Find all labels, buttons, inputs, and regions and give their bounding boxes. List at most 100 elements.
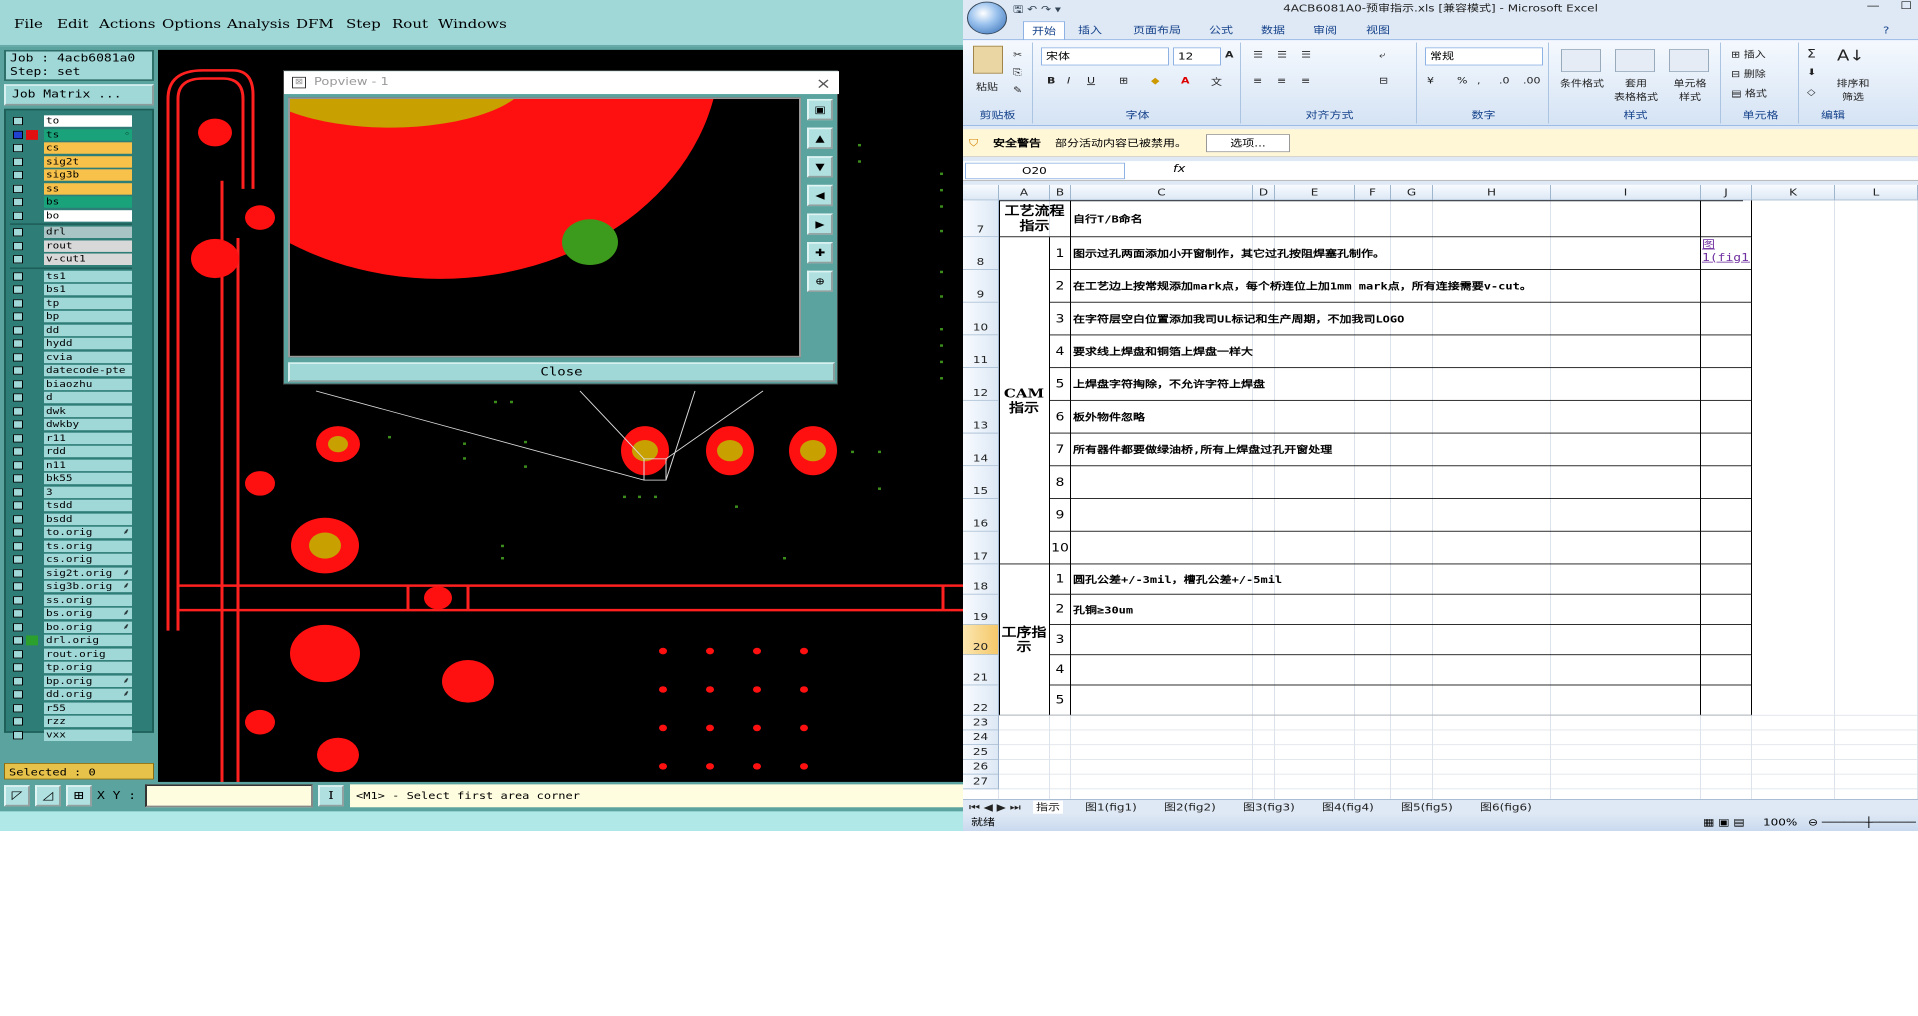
layer-row[interactable]: bp [10, 310, 132, 323]
row-header[interactable]: 25 [963, 745, 999, 760]
layer-checkbox[interactable] [13, 460, 23, 470]
maximize-icon[interactable]: ☐ [1900, 0, 1912, 12]
layer-row[interactable]: drl [10, 226, 132, 239]
cell-j[interactable] [1701, 655, 1752, 686]
paste-icon[interactable] [973, 45, 1003, 74]
row-header[interactable]: 11 [963, 335, 999, 369]
sheet-tab[interactable]: 图3(fig3) [1243, 801, 1295, 814]
font-name-select[interactable]: 宋体 [1041, 47, 1169, 66]
popview-canvas[interactable] [288, 97, 801, 358]
layer-checkbox[interactable] [13, 197, 23, 207]
tab-formulas[interactable]: 公式 [1209, 21, 1233, 39]
tab-home[interactable]: 开始 [1023, 21, 1066, 41]
menu-options[interactable]: Options [162, 16, 221, 31]
layer-checkbox[interactable] [13, 487, 23, 497]
underline-icon[interactable]: U [1087, 75, 1095, 86]
column-header[interactable]: E [1275, 184, 1355, 201]
menu-dfm[interactable]: DFM [296, 16, 334, 31]
zoom-level[interactable]: 100% [1763, 814, 1797, 831]
cell-j[interactable] [1701, 624, 1752, 656]
cut-icon[interactable]: ✂ [1013, 49, 1022, 60]
layer-row[interactable]: ts.orig [10, 540, 132, 552]
layer-row[interactable]: bs.orig ⸙ [10, 607, 132, 620]
cell-j[interactable] [1701, 531, 1752, 565]
row-header[interactable]: 17 [963, 531, 999, 565]
process-flow-text[interactable]: 自行T/B命名 [1071, 200, 1701, 238]
spreadsheet-grid[interactable]: A B C D E F G H I J K L 7 8 9 10 11 12 13 14 15 16 17 18 19 20 21 2… [963, 184, 1918, 800]
layer-row[interactable]: rzz [10, 715, 132, 728]
autosum-icon[interactable]: Σ [1807, 47, 1816, 60]
layer-checkbox[interactable] [13, 352, 23, 362]
menu-windows[interactable]: Windows [438, 16, 507, 31]
layer-row[interactable]: dwk [10, 405, 132, 417]
layer-checkbox[interactable] [13, 514, 23, 524]
cell-j[interactable] [1701, 594, 1752, 625]
layer-row[interactable]: ss [10, 182, 132, 195]
phonetic-icon[interactable]: 文 [1211, 75, 1222, 88]
cam-instruction-cell[interactable]: 所有器件都要做绿油桥,所有上焊盘过孔开窗处理 [1071, 433, 1701, 467]
merge-icon[interactable]: ⊟ [1379, 75, 1388, 86]
increase-decimal-icon[interactable]: .0 [1499, 75, 1510, 86]
cell-j[interactable] [1701, 685, 1752, 716]
align-left-icon[interactable]: ≡ [1253, 75, 1262, 86]
layer-checkbox[interactable] [13, 228, 23, 237]
layer-checkbox[interactable] [13, 622, 23, 632]
menu-analysis[interactable]: Analysis [227, 16, 290, 31]
layer-checkbox[interactable] [13, 730, 23, 739]
layer-checkbox[interactable] [13, 676, 23, 685]
layer-row[interactable]: dwkby [10, 418, 132, 431]
sheet-tab[interactable]: 图5(fig5) [1401, 801, 1453, 814]
conditional-format-icon[interactable] [1561, 49, 1601, 72]
row-header[interactable]: 27 [963, 774, 999, 790]
column-header[interactable]: K [1752, 184, 1835, 201]
tab-review[interactable]: 审阅 [1313, 21, 1337, 39]
layer-row[interactable]: r11 [10, 432, 132, 444]
row-header[interactable]: 24 [963, 730, 999, 746]
layer-row[interactable]: tp [10, 297, 132, 309]
xy-input[interactable] [145, 784, 313, 808]
currency-icon[interactable]: ¥ [1427, 75, 1434, 86]
pan-right-icon[interactable]: ▶ [807, 213, 833, 235]
hyperlink-cell[interactable]: 图1(fig1)'!A [1701, 237, 1752, 270]
layer-checkbox[interactable] [13, 184, 23, 193]
customize-icon[interactable]: ▾ [1055, 3, 1061, 14]
wrap-text-icon[interactable]: ⤶ [1379, 49, 1385, 60]
tab-data[interactable]: 数据 [1261, 21, 1285, 39]
cam-instruction-cell[interactable]: 要求线上焊盘和铜箔上焊盘一样大 [1071, 335, 1701, 369]
cell-j7[interactable] [1701, 200, 1752, 238]
number-format-select[interactable]: 常规 [1425, 47, 1543, 66]
layer-row[interactable]: to.orig ⸙ [10, 526, 132, 539]
format-painter-icon[interactable]: ✎ [1013, 85, 1022, 96]
cell-styles-button[interactable]: 单元格 样式 [1665, 77, 1715, 103]
cam-instruction-cell[interactable] [1071, 498, 1701, 532]
layer-checkbox[interactable] [13, 541, 23, 551]
percent-icon[interactable]: % [1457, 75, 1467, 86]
row-header[interactable]: 23 [963, 715, 999, 731]
layer-row[interactable]: ts ◦ [10, 128, 132, 141]
tab-page-layout[interactable]: 页面布局 [1133, 21, 1181, 39]
layer-row[interactable]: bs1 [10, 283, 132, 296]
view-mode-icons[interactable]: ▦ ▣ ▤ [1703, 814, 1745, 831]
layer-row[interactable]: tsdd [10, 499, 132, 512]
comma-icon[interactable]: , [1477, 75, 1481, 86]
layer-row[interactable]: datecode-pte [10, 364, 132, 377]
tab-view[interactable]: 视图 [1366, 21, 1390, 39]
layer-checkbox[interactable] [13, 406, 23, 416]
name-box[interactable]: O20 [965, 162, 1125, 180]
layer-checkbox[interactable] [13, 568, 23, 578]
layer-checkbox[interactable] [13, 595, 23, 605]
layer-row[interactable]: v-cut1 [10, 253, 132, 265]
sheet-tab[interactable]: 图2(fig2) [1164, 801, 1216, 814]
popview-close-button[interactable]: Close [288, 362, 835, 382]
column-header[interactable]: G [1391, 184, 1433, 201]
sheet-tab-active[interactable]: 指示 [1033, 800, 1064, 814]
menu-edit[interactable]: Edit [57, 16, 88, 31]
row-header[interactable]: 9 [963, 269, 999, 303]
column-header[interactable]: A [999, 184, 1050, 201]
cam-instruction-cell[interactable]: 上焊盘字符掏除，不允许字符上焊盘 [1071, 368, 1701, 401]
zoom-in-icon[interactable]: ✚ [807, 242, 833, 264]
copy-icon[interactable]: ⎘ [1013, 67, 1022, 78]
layer-row[interactable]: bs [10, 196, 132, 208]
row-header[interactable]: 14 [963, 433, 999, 467]
row-header[interactable]: 13 [963, 400, 999, 434]
